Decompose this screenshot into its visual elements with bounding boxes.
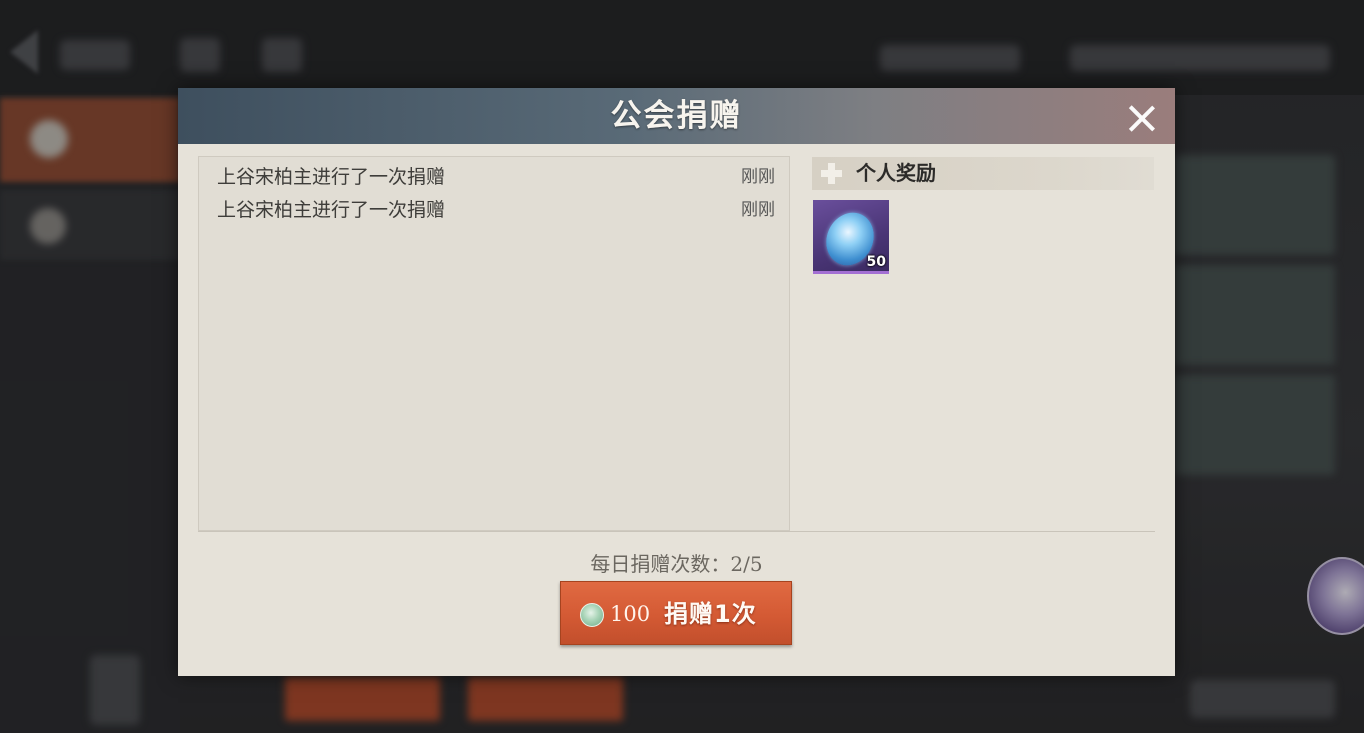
close-icon[interactable] bbox=[1124, 100, 1160, 136]
log-entry-text: 上谷宋柏主进行了一次捐赠 bbox=[217, 166, 446, 188]
reward-item[interactable]: 50 bbox=[813, 200, 889, 274]
coin-icon bbox=[580, 603, 604, 627]
dialog-title: 公会捐赠 bbox=[610, 98, 743, 134]
log-entry: 上谷宋柏主进行了一次捐赠 刚刚 bbox=[217, 163, 775, 191]
donate-label: 捐赠1次 bbox=[664, 600, 757, 628]
donation-log-list[interactable]: 上谷宋柏主进行了一次捐赠 刚刚 上谷宋柏主进行了一次捐赠 刚刚 bbox=[198, 156, 790, 531]
plus-icon bbox=[821, 163, 842, 184]
donate-once-button[interactable]: 100 捐赠1次 bbox=[560, 581, 792, 645]
donate-cost: 100 bbox=[610, 602, 651, 626]
personal-reward-title: 个人奖励 bbox=[856, 161, 936, 185]
log-entry: 上谷宋柏主进行了一次捐赠 刚刚 bbox=[217, 196, 775, 224]
personal-reward-header: 个人奖励 bbox=[812, 157, 1154, 190]
dialog-header: 公会捐赠 bbox=[178, 88, 1175, 144]
log-entry-text: 上谷宋柏主进行了一次捐赠 bbox=[217, 199, 446, 221]
divider bbox=[198, 531, 1155, 532]
log-entry-time: 刚刚 bbox=[741, 200, 775, 220]
guild-donation-dialog: 公会捐赠 上谷宋柏主进行了一次捐赠 刚刚 上谷宋柏主进行了一次捐赠 刚刚 个人奖… bbox=[178, 88, 1175, 676]
log-entry-time: 刚刚 bbox=[741, 167, 775, 187]
daily-donation-count: 每日捐赠次数：2/5 bbox=[590, 552, 763, 576]
reward-quantity: 50 bbox=[866, 254, 886, 270]
